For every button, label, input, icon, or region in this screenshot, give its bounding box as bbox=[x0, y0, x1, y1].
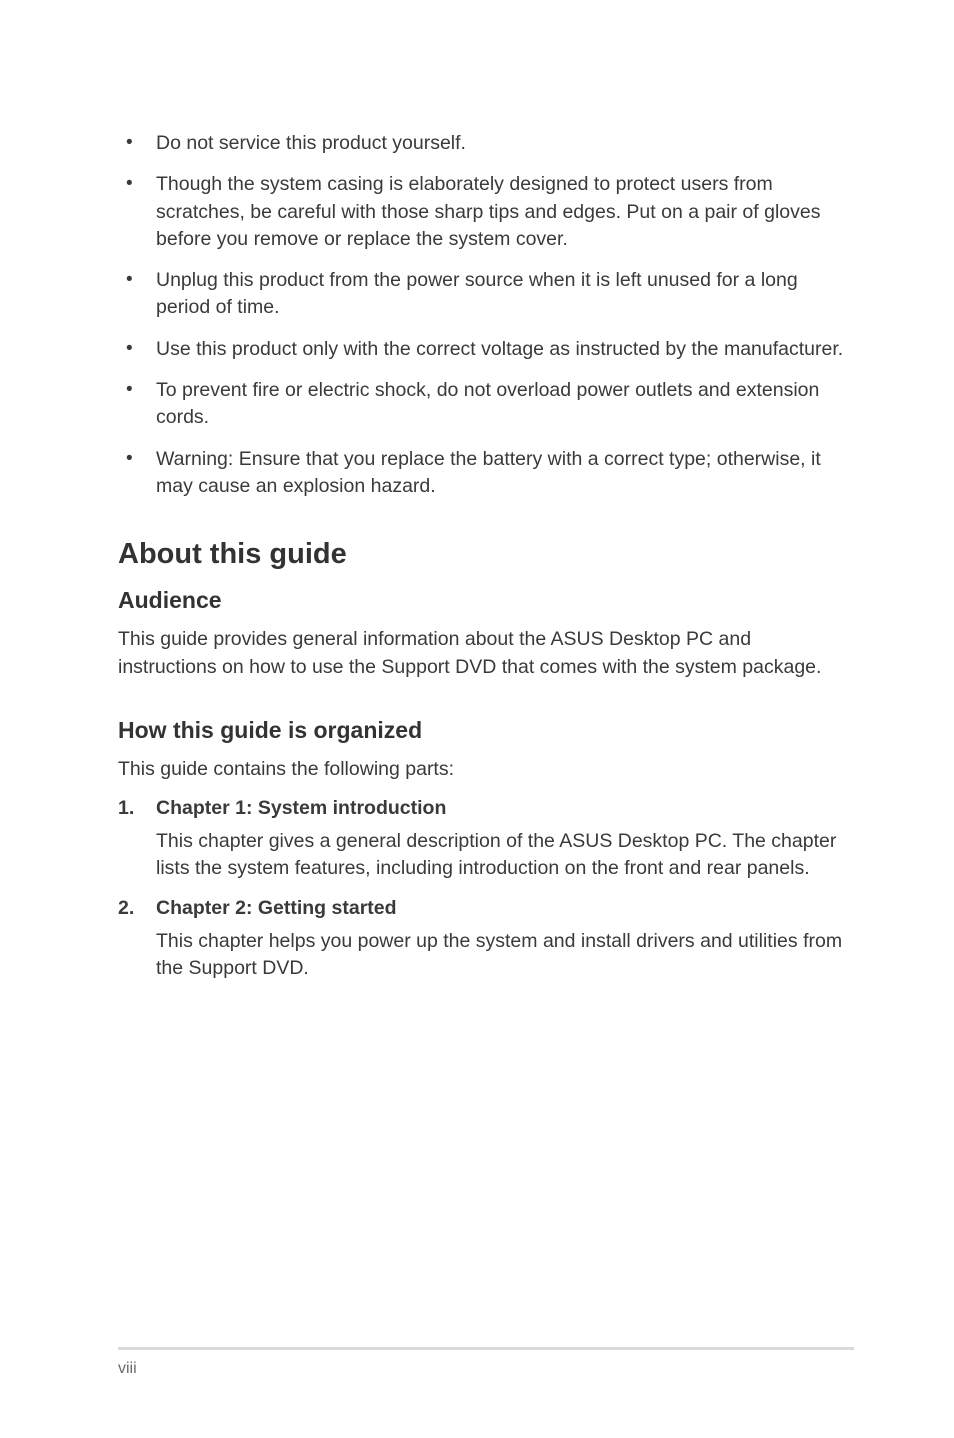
bullet-item: Use this product only with the correct v… bbox=[118, 336, 854, 363]
page-number: viii bbox=[118, 1360, 854, 1378]
bullet-item: Though the system casing is elaborately … bbox=[118, 171, 854, 253]
item-body: This chapter gives a general description… bbox=[118, 828, 854, 883]
item-number: 2. bbox=[118, 897, 156, 920]
footer-divider bbox=[118, 1347, 854, 1350]
page-content: Do not service this product yourself. Th… bbox=[0, 0, 954, 982]
item-title: Chapter 1: System introduction bbox=[156, 797, 446, 820]
audience-body: This guide provides general information … bbox=[118, 626, 854, 681]
item-body: This chapter helps you power up the syst… bbox=[118, 928, 854, 983]
item-number: 1. bbox=[118, 797, 156, 820]
heading-about-this-guide: About this guide bbox=[118, 538, 854, 571]
numbered-item: 1. Chapter 1: System introduction bbox=[118, 797, 854, 820]
item-title: Chapter 2: Getting started bbox=[156, 897, 397, 920]
bullet-item: Warning: Ensure that you replace the bat… bbox=[118, 446, 854, 501]
numbered-item: 2. Chapter 2: Getting started bbox=[118, 897, 854, 920]
organized-intro: This guide contains the following parts: bbox=[118, 756, 854, 783]
page-footer: viii bbox=[0, 1347, 954, 1378]
heading-how-organized: How this guide is organized bbox=[118, 717, 854, 744]
heading-audience: Audience bbox=[118, 587, 854, 614]
bullet-item: Do not service this product yourself. bbox=[118, 130, 854, 157]
bullet-item: To prevent fire or electric shock, do no… bbox=[118, 377, 854, 432]
safety-bullet-list: Do not service this product yourself. Th… bbox=[118, 130, 854, 500]
bullet-item: Unplug this product from the power sourc… bbox=[118, 267, 854, 322]
